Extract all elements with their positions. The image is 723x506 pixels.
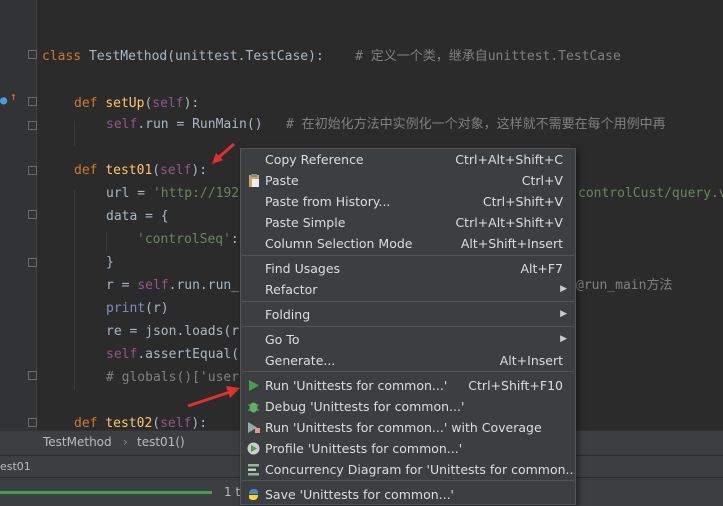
menu-item-run-unittests-for-common[interactable]: Run 'Unittests for common...' Ctrl+Shift+…	[241, 375, 575, 396]
code-line[interactable]: re = json.loads(r	[106, 321, 239, 342]
menu-separator	[242, 480, 574, 481]
menu-item-label: Go To	[265, 332, 300, 347]
menu-item-save-unittests-for-common[interactable]: Save 'Unittests for common...'	[241, 484, 575, 504]
menu-item-label: Copy Reference	[265, 152, 364, 167]
menu-item-paste-simple[interactable]: Paste Simple Ctrl+Alt+Shift+V	[241, 212, 575, 233]
menu-item-label: Folding	[265, 307, 311, 322]
breadcrumb-separator: ›	[123, 435, 128, 449]
menu-item-paste-from-history[interactable]: Paste from History... Ctrl+Shift+V	[241, 191, 575, 212]
menu-item-debug-unittests-for-common[interactable]: Debug 'Unittests for common...'	[241, 396, 575, 417]
run-tab-label[interactable]: est01	[0, 460, 31, 473]
profile-icon	[246, 441, 261, 456]
concurrency-icon	[246, 462, 261, 477]
run-icon	[246, 378, 261, 393]
menu-item-label: Save 'Unittests for common...'	[265, 487, 454, 502]
menu-item-label: Run 'Unittests for common...' with Cover…	[265, 420, 542, 435]
menu-item-column-selection-mode[interactable]: Column Selection Mode Alt+Shift+Insert	[241, 233, 575, 254]
menu-item-profile-unittests-for-common[interactable]: Profile 'Unittests for common...'	[241, 438, 575, 459]
submenu-arrow-icon: ▶	[560, 284, 567, 294]
submenu-arrow-icon: ▶	[560, 309, 567, 319]
menu-item-label: Debug 'Unittests for common...'	[265, 399, 465, 414]
code-line[interactable]: print(r)	[106, 298, 169, 319]
menu-item-label: Paste from History...	[265, 194, 391, 209]
code-line[interactable]: r = self.run.run_	[106, 275, 239, 296]
menu-item-go-to[interactable]: Go To ▶	[241, 329, 575, 350]
annotation-arrow-icon	[212, 142, 235, 164]
coverage-icon	[246, 420, 261, 435]
annotation-arrow-icon	[187, 386, 240, 408]
menu-item-label: Run 'Unittests for common...'	[265, 378, 448, 393]
menu-item-label: Profile 'Unittests for common...'	[265, 441, 463, 456]
code-line[interactable]: }	[106, 252, 114, 273]
menu-item-shortcut: Alt+F7	[520, 261, 563, 276]
menu-item-shortcut: Ctrl+Shift+V	[482, 194, 563, 209]
code-line[interactable]: data = {	[106, 206, 169, 227]
paste-icon	[246, 173, 261, 188]
breadcrumb-class[interactable]: TestMethod	[43, 435, 112, 449]
code-line[interactable]: def test01(self):	[74, 160, 207, 181]
menu-item-generate[interactable]: Generate... Alt+Insert	[241, 350, 575, 371]
code-line[interactable]: self.assertEqual(	[106, 344, 239, 365]
menu-item-shortcut: Alt+Insert	[499, 353, 563, 368]
menu-item-label: Paste	[265, 173, 299, 188]
menu-item-label: Generate...	[265, 353, 336, 368]
menu-item-concurrency-diagram-for-unittests-for-common[interactable]: Concurrency Diagram for 'Unittests for c…	[241, 459, 575, 480]
python-icon	[246, 487, 261, 502]
menu-item-label: Paste Simple	[265, 215, 346, 230]
test-progress-fill	[0, 491, 212, 494]
menu-separator	[242, 371, 574, 372]
test-progress-bar	[0, 491, 212, 494]
menu-item-label: Concurrency Diagram for 'Unittests for c…	[265, 462, 576, 477]
menu-item-find-usages[interactable]: Find Usages Alt+F7	[241, 258, 575, 279]
menu-item-label: Find Usages	[265, 261, 341, 276]
test-count: 1 t	[224, 485, 241, 499]
menu-item-label: Column Selection Mode	[265, 236, 413, 251]
menu-item-shortcut: Ctrl+Alt+Shift+C	[455, 152, 563, 167]
menu-separator	[242, 255, 574, 256]
menu-item-paste[interactable]: Paste Ctrl+V	[241, 170, 575, 191]
code-line[interactable]: self.run = RunMain() # 在初始化方法中实例化一个对象，这样…	[106, 114, 666, 135]
code-line[interactable]: url = 'http://192	[106, 183, 239, 204]
code-line[interactable]: def setUp(self):	[74, 93, 199, 114]
context-menu: Copy Reference Ctrl+Alt+Shift+C Paste Ctrl+…	[240, 148, 576, 505]
code-line-fragment[interactable]: controlCust/query.v	[578, 183, 723, 204]
code-line[interactable]: class TestMethod(unittest.TestCase): # 定…	[42, 46, 621, 67]
menu-item-folding[interactable]: Folding ▶	[241, 304, 575, 325]
menu-item-shortcut: Ctrl+Alt+Shift+V	[455, 215, 563, 230]
submenu-arrow-icon: ▶	[560, 334, 567, 344]
menu-item-label: Refactor	[265, 282, 318, 297]
menu-item-refactor[interactable]: Refactor ▶	[241, 279, 575, 300]
debug-icon	[246, 399, 261, 414]
menu-separator	[242, 301, 574, 302]
breadcrumb-method[interactable]: test01()	[137, 435, 185, 449]
menu-item-shortcut: Ctrl+V	[521, 173, 563, 188]
menu-item-shortcut: Alt+Shift+Insert	[460, 236, 563, 251]
menu-item-run-unittests-for-common-with-coverage[interactable]: Run 'Unittests for common...' with Cover…	[241, 417, 575, 438]
code-line-fragment[interactable]: @run_main方法	[576, 275, 672, 296]
code-line[interactable]: 'controlSeq':	[137, 229, 239, 250]
menu-item-shortcut: Ctrl+Shift+F10	[468, 378, 563, 393]
menu-separator	[242, 326, 574, 327]
menu-item-copy-reference[interactable]: Copy Reference Ctrl+Alt+Shift+C	[241, 149, 575, 170]
